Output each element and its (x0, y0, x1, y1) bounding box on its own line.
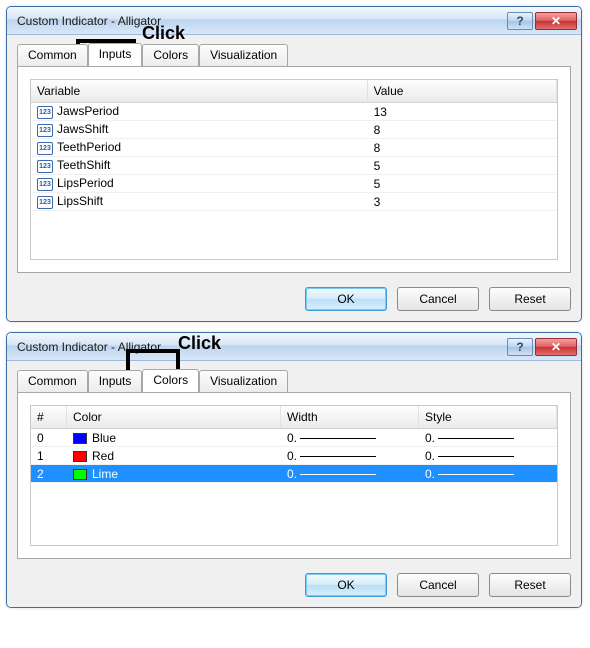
table-row[interactable]: 123 TeethPeriod 8 (31, 139, 557, 157)
tab-inputs[interactable]: Inputs (88, 370, 143, 392)
cancel-button[interactable]: Cancel (397, 287, 479, 311)
col-variable[interactable]: Variable (31, 80, 368, 102)
colors-table: # Color Width Style 0 Blue 0. 0. 1 Red 0… (30, 405, 558, 546)
inputs-table: Variable Value 123 JawsPeriod 13 123 JawsS… (30, 79, 558, 260)
table-header: # Color Width Style (31, 406, 557, 429)
var-name: LipsPeriod (57, 176, 114, 190)
tab-content-colors: # Color Width Style 0 Blue 0. 0. 1 Red 0… (17, 392, 571, 559)
int-icon: 123 (37, 124, 53, 137)
tab-colors[interactable]: Colors (142, 369, 199, 392)
table-row[interactable]: 0 Blue 0. 0. (31, 429, 557, 447)
tab-common[interactable]: Common (17, 44, 88, 66)
tab-inputs[interactable]: Inputs (88, 43, 143, 66)
help-button[interactable]: ? (507, 338, 533, 356)
style-value[interactable]: 0. (425, 467, 435, 481)
table-row[interactable]: 2 Lime 0. 0. (31, 465, 557, 483)
col-width[interactable]: Width (281, 406, 419, 428)
window-title: Custom Indicator - Alligator (17, 14, 505, 28)
dialog-body: Common Inputs Colors Visualization Varia… (7, 35, 581, 321)
color-name: Lime (92, 467, 118, 481)
window-title: Custom Indicator - Alligator (17, 340, 505, 354)
style-preview (438, 456, 514, 457)
width-preview (300, 456, 376, 457)
width-value[interactable]: 0. (287, 467, 297, 481)
help-button[interactable]: ? (507, 12, 533, 30)
style-value[interactable]: 0. (425, 449, 435, 463)
tab-visualization[interactable]: Visualization (199, 44, 288, 66)
col-value[interactable]: Value (368, 80, 557, 102)
int-icon: 123 (37, 160, 53, 173)
row-num: 0 (31, 430, 67, 446)
table-empty-space (31, 211, 557, 259)
int-icon: 123 (37, 106, 53, 119)
table-row[interactable]: 123 LipsPeriod 5 (31, 175, 557, 193)
reset-button[interactable]: Reset (489, 573, 571, 597)
var-name: JawsPeriod (57, 104, 119, 118)
titlebar[interactable]: Custom Indicator - Alligator ? ✕ (7, 333, 581, 361)
col-style[interactable]: Style (419, 406, 557, 428)
style-preview (438, 438, 514, 439)
button-row: OK Cancel Reset (17, 559, 571, 597)
var-name: TeethPeriod (57, 140, 121, 154)
ok-button[interactable]: OK (305, 287, 387, 311)
tab-content-inputs: Variable Value 123 JawsPeriod 13 123 JawsS… (17, 66, 571, 273)
button-row: OK Cancel Reset (17, 273, 571, 311)
table-header: Variable Value (31, 80, 557, 103)
int-icon: 123 (37, 142, 53, 155)
width-value[interactable]: 0. (287, 449, 297, 463)
color-name: Red (92, 449, 114, 463)
width-preview (300, 438, 376, 439)
style-preview (438, 474, 514, 475)
titlebar[interactable]: Custom Indicator - Alligator ? ✕ (7, 7, 581, 35)
row-num: 1 (31, 448, 67, 464)
col-num[interactable]: # (31, 406, 67, 428)
int-icon: 123 (37, 196, 53, 209)
var-name: JawsShift (57, 122, 108, 136)
var-value[interactable]: 3 (368, 194, 557, 210)
close-button[interactable]: ✕ (535, 12, 577, 30)
col-color[interactable]: Color (67, 406, 281, 428)
var-value[interactable]: 8 (368, 122, 557, 138)
var-value[interactable]: 5 (368, 176, 557, 192)
style-value[interactable]: 0. (425, 431, 435, 445)
dialog-inputs: Custom Indicator - Alligator ? ✕ Common … (6, 6, 582, 322)
dialog-body: Common Inputs Colors Visualization # Col… (7, 361, 581, 607)
tab-strip: Common Inputs Colors Visualization (17, 43, 571, 67)
tab-visualization[interactable]: Visualization (199, 370, 288, 392)
var-value[interactable]: 5 (368, 158, 557, 174)
close-button[interactable]: ✕ (535, 338, 577, 356)
ok-button[interactable]: OK (305, 573, 387, 597)
var-name: TeethShift (57, 158, 110, 172)
color-swatch[interactable] (73, 433, 87, 444)
var-value[interactable]: 13 (368, 104, 557, 120)
table-row[interactable]: 123 LipsShift 3 (31, 193, 557, 211)
table-row[interactable]: 123 JawsShift 8 (31, 121, 557, 139)
tab-strip: Common Inputs Colors Visualization (17, 369, 571, 393)
width-preview (300, 474, 376, 475)
row-num: 2 (31, 466, 67, 482)
dialog-colors: Custom Indicator - Alligator ? ✕ Common … (6, 332, 582, 608)
width-value[interactable]: 0. (287, 431, 297, 445)
table-row[interactable]: 123 JawsPeriod 13 (31, 103, 557, 121)
color-name: Blue (92, 431, 116, 445)
color-swatch[interactable] (73, 451, 87, 462)
table-row[interactable]: 123 TeethShift 5 (31, 157, 557, 175)
color-swatch[interactable] (73, 469, 87, 480)
cancel-button[interactable]: Cancel (397, 573, 479, 597)
int-icon: 123 (37, 178, 53, 191)
reset-button[interactable]: Reset (489, 287, 571, 311)
var-value[interactable]: 8 (368, 140, 557, 156)
table-row[interactable]: 1 Red 0. 0. (31, 447, 557, 465)
tab-colors[interactable]: Colors (142, 44, 199, 66)
var-name: LipsShift (57, 194, 103, 208)
table-empty-space (31, 483, 557, 545)
tab-common[interactable]: Common (17, 370, 88, 392)
